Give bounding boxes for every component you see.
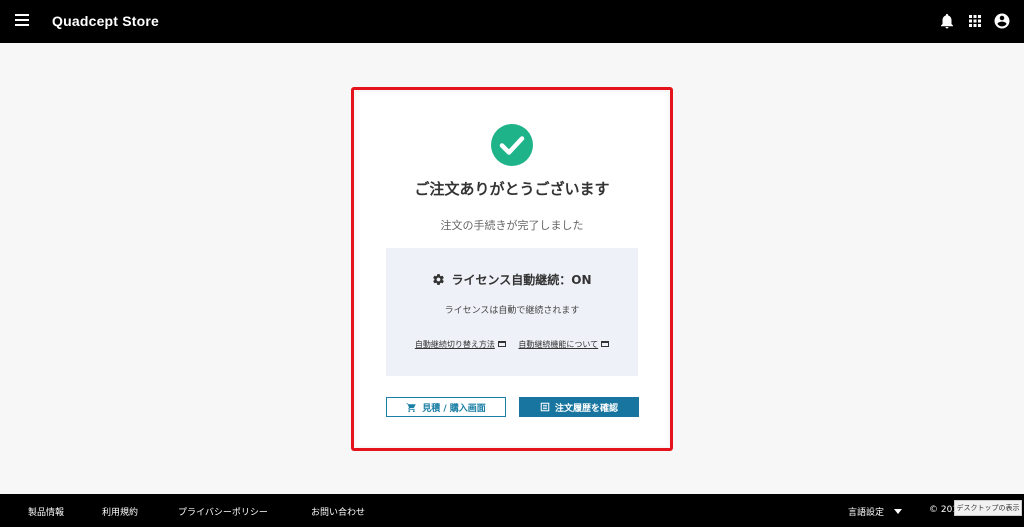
page-subtitle: 注文の手続きが完了しました [440,219,584,232]
license-links: 自動継続切り替え方法 自動継続機能について [386,339,638,350]
footer-link-contact[interactable]: お問い合わせ [311,505,365,518]
auto-renew-about-link[interactable]: 自動継続機能について [518,340,610,349]
language-label: 言語設定 [848,508,885,518]
license-description: ライセンスは自動で継続されます [444,306,580,316]
external-link-icon [601,341,610,347]
order-complete-card: ご注文ありがとうございます 注文の手続きが完了しました ライセンス自動継続：ON… [356,92,668,446]
apps-grid-icon[interactable] [966,12,984,30]
footer-link-terms[interactable]: 利用規約 [102,505,138,518]
cart-icon [406,402,416,412]
bell-icon[interactable] [938,12,956,30]
license-heading: ライセンス自動継続：ON [386,271,638,288]
license-panel: ライセンス自動継続：ON ライセンスは自動で継続されます 自動継続切り替え方法 … [386,248,638,376]
quote-purchase-button[interactable]: 見積 / 購入画面 [386,397,506,417]
account-icon[interactable] [993,12,1011,30]
language-select[interactable]: 言語設定 [848,505,903,518]
app-title[interactable]: Quadcept Store [52,13,159,29]
footer-link-products[interactable]: 製品情報 [28,505,64,518]
license-heading-text: ライセンス自動継続：ON [451,273,592,287]
gear-icon [433,274,445,285]
footer: 製品情報 利用規約 プライバシーポリシー お問い合わせ 言語設定 © 2017 [0,494,1024,527]
desktop-view-button[interactable]: デスクトップの表示 [954,500,1022,516]
auto-renew-switch-link[interactable]: 自動継続切り替え方法 [415,340,506,349]
list-document-icon [540,402,550,412]
caret-down-icon [894,509,903,514]
page-title: ご注文ありがとうございます [414,180,610,198]
app-header: Quadcept Store [0,0,1024,43]
external-link-icon [497,341,506,347]
order-history-button[interactable]: 注文履歴を確認 [519,397,639,417]
check-circle-icon [491,124,533,166]
footer-link-privacy[interactable]: プライバシーポリシー [178,505,268,518]
menu-icon[interactable] [15,14,29,26]
